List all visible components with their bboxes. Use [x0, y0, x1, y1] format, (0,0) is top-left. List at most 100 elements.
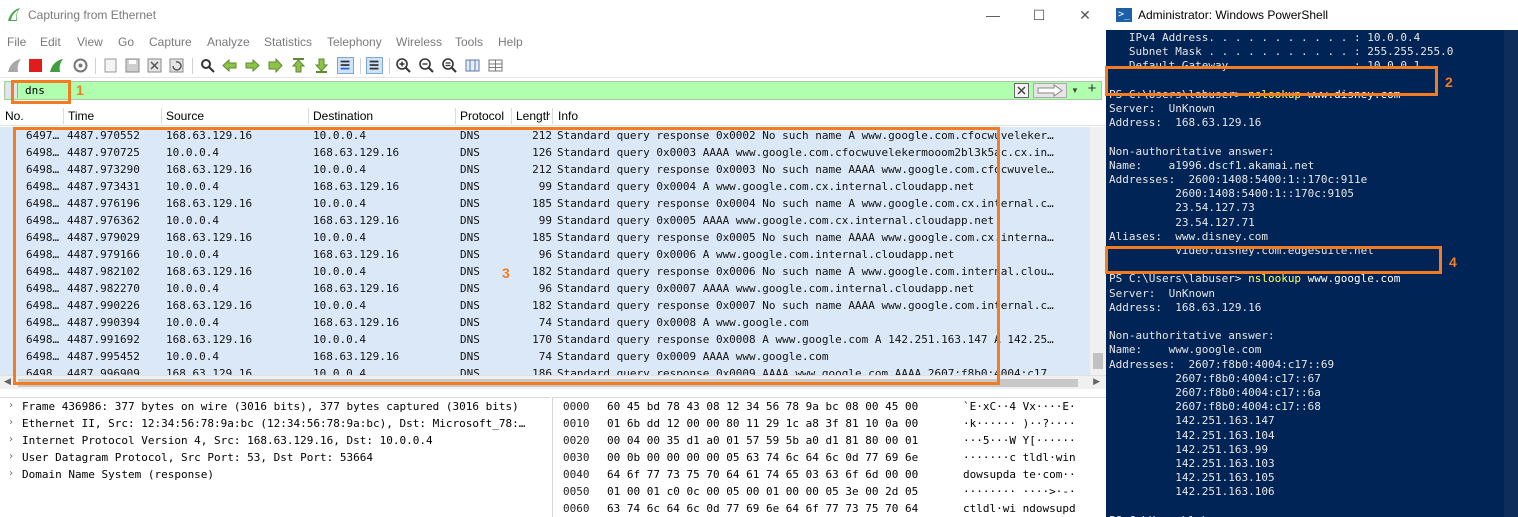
- bytes-ascii: ·k······ )··?····: [963, 417, 1076, 430]
- packet-cell-no: 6498…: [26, 214, 60, 227]
- bytes-ascii: `E·xC··4 Vx····E·: [963, 400, 1076, 413]
- filter-dropdown-icon[interactable]: ▼: [1069, 83, 1081, 98]
- zoom-in-icon[interactable]: [395, 57, 412, 74]
- packet-cell-proto: DNS: [460, 146, 480, 159]
- expand-arrow-icon[interactable]: ›: [8, 434, 14, 445]
- restart-capture-icon[interactable]: [48, 57, 65, 74]
- menu-file[interactable]: File: [7, 35, 26, 49]
- go-to-packet-icon[interactable]: [267, 57, 284, 74]
- packet-row[interactable]: 6498… 4487.990394 10.0.0.4 168.63.129.16 DNS…: [0, 315, 1090, 332]
- window-title: Capturing from Ethernet: [28, 8, 157, 22]
- expand-arrow-icon[interactable]: ›: [8, 451, 14, 462]
- display-filter-input[interactable]: dns: [25, 84, 45, 97]
- ps-output-line: Non-authoritative answer:: [1109, 329, 1275, 343]
- capture-options-icon[interactable]: [72, 57, 89, 74]
- zoom-out-icon[interactable]: [418, 57, 435, 74]
- column-header-source[interactable]: Source: [166, 109, 204, 123]
- last-packet-icon[interactable]: [313, 57, 330, 74]
- packet-list-header: No. Time Source Destination Protocol Len…: [0, 106, 1106, 126]
- filter-bookmark-icon[interactable]: [6, 83, 18, 98]
- packet-list-vertical-scrollbar[interactable]: [1090, 127, 1106, 375]
- packet-cell-time: 4487.970725: [67, 146, 140, 159]
- bytes-ascii: ········ ····>·-·: [963, 485, 1076, 498]
- packet-cell-proto: DNS: [460, 299, 480, 312]
- packet-cell-len: 99: [538, 180, 552, 193]
- ps-argument: www.google.com: [1301, 272, 1401, 286]
- packet-row[interactable]: 6498… 4487.995452 10.0.0.4 168.63.129.16 DNS…: [0, 349, 1090, 366]
- expand-arrow-icon[interactable]: ›: [8, 468, 14, 479]
- ps-output-line: 142.251.163.147: [1109, 414, 1275, 428]
- normal-size-icon[interactable]: [441, 57, 458, 74]
- colorize-icon[interactable]: [366, 57, 383, 74]
- go-back-icon[interactable]: [221, 57, 238, 74]
- packet-cell-no: 6498…: [26, 146, 60, 159]
- packet-list-horizontal-scrollbar[interactable]: ◀ ▶: [0, 375, 1106, 389]
- packet-row[interactable]: 6498… 4487.990226 168.63.129.16 10.0.0.4 DNS…: [0, 298, 1090, 315]
- packet-cell-no: 6498…: [26, 231, 60, 244]
- menu-statistics[interactable]: Statistics: [264, 35, 312, 49]
- packet-cell-info: Standard query 0x0008 A www.google.com: [557, 316, 809, 329]
- packet-row[interactable]: 6497… 4487.970552 168.63.129.16 10.0.0.4 DNS…: [0, 128, 1090, 145]
- packet-row[interactable]: 6498… 4487.973290 168.63.129.16 10.0.0.4 DNS…: [0, 162, 1090, 179]
- close-file-icon[interactable]: [146, 57, 163, 74]
- packet-row[interactable]: 6498… 4487.979029 168.63.129.16 10.0.0.4 DNS…: [0, 230, 1090, 247]
- autoscroll-icon[interactable]: [337, 57, 354, 74]
- column-header-protocol[interactable]: Protocol: [460, 109, 504, 123]
- menu-tools[interactable]: Tools: [455, 35, 483, 49]
- packet-cell-len: 74: [538, 316, 552, 329]
- stop-capture-icon[interactable]: [27, 57, 44, 74]
- packet-list[interactable]: 6497… 4487.970552 168.63.129.16 10.0.0.4 DNS…: [0, 127, 1090, 382]
- packet-cell-src: 168.63.129.16: [166, 333, 253, 346]
- reload-file-icon[interactable]: [168, 57, 185, 74]
- packet-cell-no: 6498…: [26, 316, 60, 329]
- add-filter-button-icon[interactable]: +: [1085, 81, 1099, 97]
- packet-row[interactable]: 6498… 4487.979166 10.0.0.4 168.63.129.16 DNS…: [0, 247, 1090, 264]
- menu-go[interactable]: Go: [118, 35, 134, 49]
- ps-output-line: Non-authoritative answer:: [1109, 144, 1275, 158]
- packet-cell-no: 6497…: [26, 129, 60, 142]
- packet-row[interactable]: 6498… 4487.982270 10.0.0.4 168.63.129.16 DNS…: [0, 281, 1090, 298]
- packet-cell-info: Standard query 0x0004 A www.google.com.c…: [557, 180, 975, 193]
- close-button[interactable]: ✕: [1070, 4, 1100, 26]
- packet-row[interactable]: 6498… 4487.976362 10.0.0.4 168.63.129.16 DNS…: [0, 213, 1090, 230]
- column-header-length[interactable]: Length: [516, 109, 550, 123]
- menu-analyze[interactable]: Analyze: [207, 35, 250, 49]
- menu-help[interactable]: Help: [498, 35, 523, 49]
- expand-arrow-icon[interactable]: ›: [8, 417, 14, 428]
- column-header-destination[interactable]: Destination: [313, 109, 373, 123]
- packet-row[interactable]: 6498… 4487.982102 168.63.129.16 10.0.0.4 DNS…: [0, 264, 1090, 281]
- packet-row[interactable]: 6498… 4487.976196 168.63.129.16 10.0.0.4 DNS…: [0, 196, 1090, 213]
- layout-icon[interactable]: [487, 57, 504, 74]
- open-file-icon[interactable]: [102, 57, 119, 74]
- first-packet-icon[interactable]: [290, 57, 307, 74]
- packet-row[interactable]: 6498… 4487.970725 10.0.0.4 168.63.129.16 DNS…: [0, 145, 1090, 162]
- packet-cell-info: Standard query response 0x0003 No such n…: [557, 163, 1054, 176]
- maximize-button[interactable]: ☐: [1024, 4, 1054, 26]
- expand-arrow-icon[interactable]: ›: [8, 400, 14, 411]
- packet-cell-src: 168.63.129.16: [166, 197, 253, 210]
- clear-filter-icon[interactable]: [1014, 83, 1029, 98]
- minimize-button[interactable]: —: [978, 4, 1008, 26]
- menu-view[interactable]: View: [77, 35, 103, 49]
- column-header-time[interactable]: Time: [68, 109, 94, 123]
- go-forward-icon[interactable]: [244, 57, 261, 74]
- save-file-icon[interactable]: [124, 57, 141, 74]
- powershell-scrollbar[interactable]: [1504, 30, 1518, 517]
- bytes-hex: 63 74 6c 64 6c 0d 77 69 6e 64 6f 77 73 7…: [607, 502, 919, 515]
- menu-telephony[interactable]: Telephony: [327, 35, 382, 49]
- menu-capture[interactable]: Capture: [149, 35, 192, 49]
- resize-columns-icon[interactable]: [464, 57, 481, 74]
- find-packet-icon[interactable]: [199, 57, 216, 74]
- ps-output-line: 142.251.163.103: [1109, 457, 1275, 470]
- packet-cell-no: 6498…: [26, 265, 60, 278]
- column-header-info[interactable]: Info: [558, 109, 578, 123]
- column-header-no[interactable]: No.: [5, 109, 24, 123]
- packet-row[interactable]: 6498… 4487.991692 168.63.129.16 10.0.0.4 DNS…: [0, 332, 1090, 349]
- apply-filter-icon[interactable]: [1033, 83, 1067, 98]
- start-capture-icon[interactable]: [6, 57, 23, 74]
- packet-cell-len: 185: [532, 197, 552, 210]
- menu-edit[interactable]: Edit: [40, 35, 61, 49]
- menu-wireless[interactable]: Wireless: [396, 35, 442, 49]
- packet-cell-no: 6498…: [26, 180, 60, 193]
- packet-row[interactable]: 6498… 4487.973431 10.0.0.4 168.63.129.16 DNS…: [0, 179, 1090, 196]
